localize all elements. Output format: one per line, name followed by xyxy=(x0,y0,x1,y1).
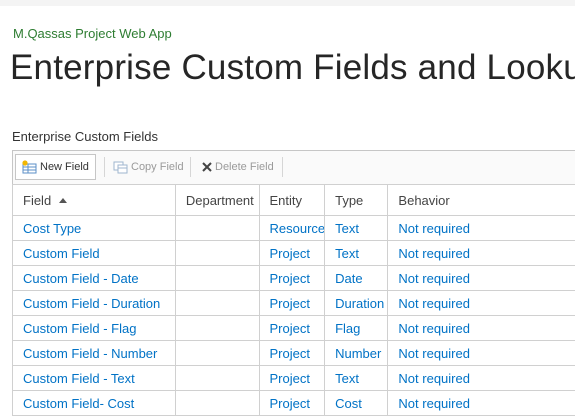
delete-field-label: Delete Field xyxy=(215,161,274,173)
copy-icon xyxy=(113,160,129,174)
table-row: Custom Field Project Text Not required xyxy=(12,240,575,266)
type-cell[interactable]: Text xyxy=(324,240,389,266)
custom-fields-table: Field Department Entity Type Behavior Co… xyxy=(12,184,575,416)
table-header-row: Field Department Entity Type Behavior xyxy=(12,184,575,216)
department-cell xyxy=(174,265,260,291)
type-cell[interactable]: Duration xyxy=(324,290,389,316)
delete-field-button[interactable]: Delete Field xyxy=(195,154,280,180)
sort-ascending-icon xyxy=(59,197,68,203)
toolbar-separator xyxy=(104,157,105,177)
department-cell xyxy=(174,340,260,366)
type-cell[interactable]: Date xyxy=(324,265,389,291)
behavior-cell[interactable]: Not required xyxy=(387,290,575,316)
new-field-icon xyxy=(22,160,38,174)
toolbar: New Field Copy Field Delete Field xyxy=(12,150,575,184)
behavior-cell[interactable]: Not required xyxy=(387,390,575,416)
column-header-field-label: Field xyxy=(23,192,52,208)
toolbar-separator xyxy=(190,157,191,177)
type-cell[interactable]: Text xyxy=(324,215,389,241)
field-name-link[interactable]: Custom Field - Number xyxy=(12,340,176,366)
entity-cell[interactable]: Project xyxy=(258,340,326,366)
entity-cell[interactable]: Project xyxy=(258,390,326,416)
delete-x-icon xyxy=(201,160,213,174)
department-cell xyxy=(174,240,260,266)
copy-field-label: Copy Field xyxy=(131,161,184,173)
table-row: Custom Field - Text Project Text Not req… xyxy=(12,365,575,391)
table-row: Custom Field - Date Project Date Not req… xyxy=(12,265,575,291)
top-bar xyxy=(0,0,575,6)
entity-cell[interactable]: Project xyxy=(258,290,326,316)
site-title[interactable]: M.Qassas Project Web App xyxy=(13,26,172,41)
column-header-behavior[interactable]: Behavior xyxy=(387,184,575,216)
field-name-link[interactable]: Custom Field - Date xyxy=(12,265,176,291)
section-label: Enterprise Custom Fields xyxy=(12,129,158,144)
department-cell xyxy=(174,315,260,341)
page-title: Enterprise Custom Fields and Lookup xyxy=(10,48,575,87)
department-cell xyxy=(174,290,260,316)
column-header-department[interactable]: Department xyxy=(174,184,260,216)
new-field-label: New Field xyxy=(40,161,89,173)
column-header-field[interactable]: Field xyxy=(12,184,176,216)
behavior-cell[interactable]: Not required xyxy=(387,265,575,291)
type-cell[interactable]: Text xyxy=(324,365,389,391)
department-cell xyxy=(174,215,260,241)
table-row: Custom Field- Cost Project Cost Not requ… xyxy=(12,390,575,416)
behavior-cell[interactable]: Not required xyxy=(387,240,575,266)
entity-cell[interactable]: Project xyxy=(258,315,326,341)
table-row: Custom Field - Number Project Number Not… xyxy=(12,340,575,366)
type-cell[interactable]: Cost xyxy=(324,390,389,416)
field-name-link[interactable]: Custom Field xyxy=(12,240,176,266)
behavior-cell[interactable]: Not required xyxy=(387,365,575,391)
field-name-link[interactable]: Cost Type xyxy=(12,215,176,241)
new-field-button[interactable]: New Field xyxy=(15,154,96,180)
entity-cell[interactable]: Resource xyxy=(258,215,326,241)
column-header-type[interactable]: Type xyxy=(324,184,389,216)
department-cell xyxy=(174,390,260,416)
toolbar-separator xyxy=(282,157,283,177)
behavior-cell[interactable]: Not required xyxy=(387,215,575,241)
field-name-link[interactable]: Custom Field - Text xyxy=(12,365,176,391)
field-name-link[interactable]: Custom Field - Duration xyxy=(12,290,176,316)
entity-cell[interactable]: Project xyxy=(258,365,326,391)
department-cell xyxy=(174,365,260,391)
column-header-entity[interactable]: Entity xyxy=(258,184,326,216)
behavior-cell[interactable]: Not required xyxy=(387,340,575,366)
entity-cell[interactable]: Project xyxy=(258,265,326,291)
table-row: Custom Field - Duration Project Duration… xyxy=(12,290,575,316)
field-name-link[interactable]: Custom Field- Cost xyxy=(12,390,176,416)
copy-field-button[interactable]: Copy Field xyxy=(107,154,190,180)
table-row: Custom Field - Flag Project Flag Not req… xyxy=(12,315,575,341)
type-cell[interactable]: Flag xyxy=(324,315,389,341)
type-cell[interactable]: Number xyxy=(324,340,389,366)
table-row: Cost Type Resource Text Not required xyxy=(12,215,575,241)
entity-cell[interactable]: Project xyxy=(258,240,326,266)
behavior-cell[interactable]: Not required xyxy=(387,315,575,341)
field-name-link[interactable]: Custom Field - Flag xyxy=(12,315,176,341)
